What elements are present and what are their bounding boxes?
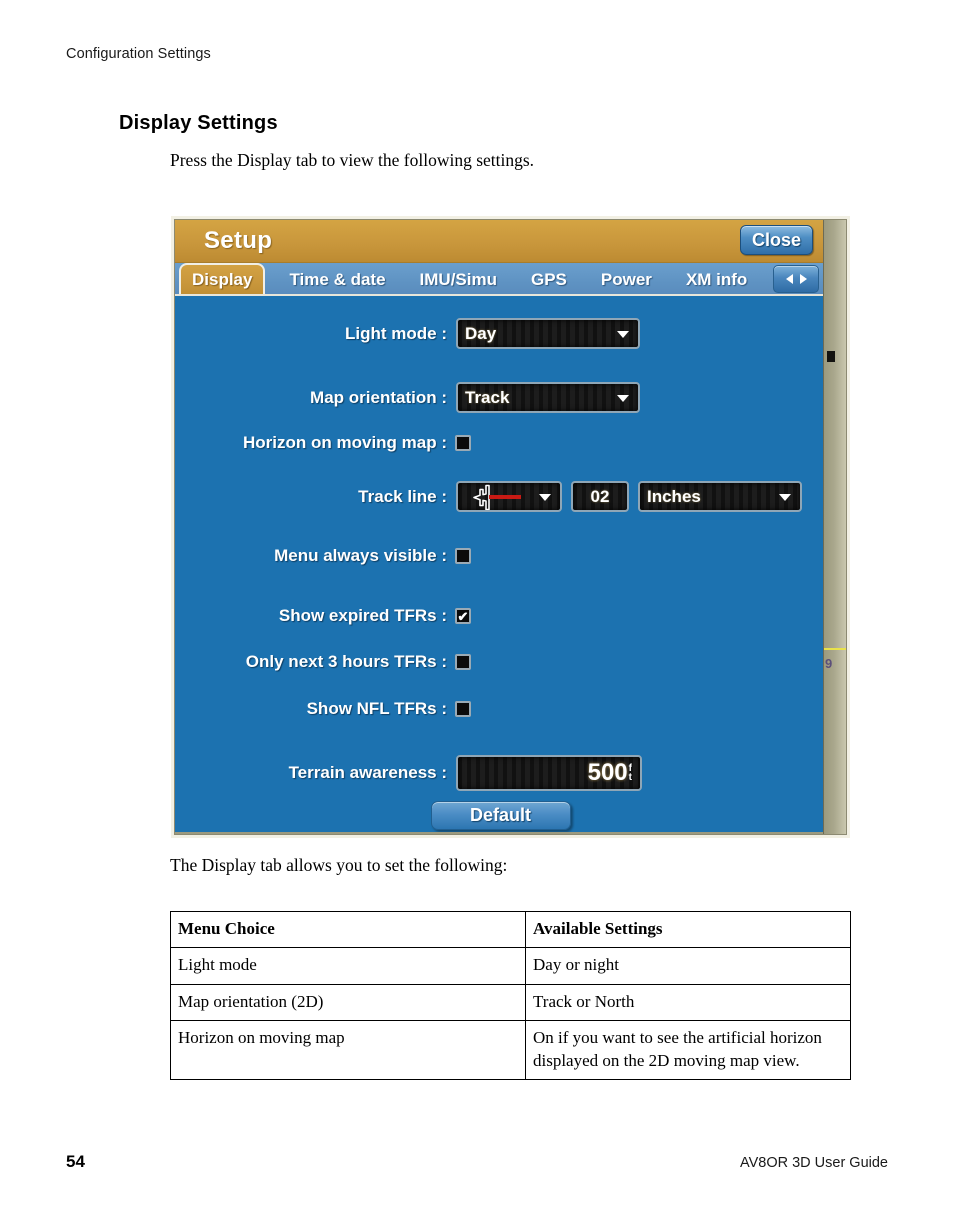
page-title: Display Settings: [119, 112, 278, 134]
close-button-label: Close: [751, 229, 801, 250]
terrain-awareness-unit: f t: [628, 764, 632, 783]
bezel-highlight-line: [824, 648, 846, 650]
setup-title-bar: Setup Close: [175, 220, 824, 263]
track-line-width-field[interactable]: 02: [571, 481, 629, 512]
track-line-units-value: Inches: [647, 486, 701, 506]
terrain-unit-bottom: t: [628, 772, 632, 783]
light-mode-value: Day: [465, 323, 497, 343]
chevron-down-icon[interactable]: [617, 330, 629, 338]
chevron-down-icon[interactable]: [779, 493, 791, 501]
light-mode-dropdown[interactable]: Day: [456, 318, 640, 349]
tab-display[interactable]: Display: [179, 263, 266, 294]
chevron-down-icon[interactable]: [539, 493, 551, 501]
row-horizon-on-moving-map: Horizon on moving map :: [175, 433, 824, 453]
row-map-orientation: Map orientation : Track: [175, 382, 824, 413]
track-line-style-dropdown[interactable]: [456, 481, 562, 512]
map-orientation-dropdown[interactable]: Track: [456, 382, 640, 413]
tab-gps[interactable]: GPS: [521, 266, 577, 294]
row-show-nfl-tfrs: Show NFL TFRs :: [175, 699, 824, 719]
only-next-3-hours-tfrs-checkbox[interactable]: [455, 654, 471, 670]
triangle-right-icon[interactable]: [799, 274, 807, 284]
device-screenshot: 9 Setup Close Display Time & date IMU/Si…: [171, 216, 850, 838]
menu-always-visible-label: Menu always visible :: [274, 546, 447, 565]
table-cell-menu-choice: Light mode: [170, 947, 526, 985]
row-light-mode: Light mode : Day: [175, 318, 824, 349]
table-cell-available-settings: On if you want to see the artificial hor…: [525, 1020, 851, 1081]
track-line-color-swatch: [489, 494, 521, 499]
bezel-mark: [827, 351, 835, 362]
show-nfl-tfrs-checkbox[interactable]: [455, 701, 471, 717]
checkmark-icon: ✔: [457, 608, 469, 624]
tab-scroll-buttons[interactable]: [773, 265, 819, 293]
default-button[interactable]: Default: [430, 801, 571, 830]
setup-title: Setup: [204, 227, 273, 254]
map-orientation-label: Map orientation :: [310, 387, 447, 407]
tab-imu-simu[interactable]: IMU/Simu: [410, 266, 507, 294]
table-header-row: Menu Choice Available Settings: [170, 910, 851, 949]
tab-power-label: Power: [600, 270, 652, 289]
table-cell-available-settings: Track or North: [525, 983, 851, 1022]
only-next-3-hours-tfrs-label: Only next 3 hours TFRs :: [245, 652, 447, 671]
horizon-on-moving-map-checkbox[interactable]: [455, 435, 471, 451]
settings-table: Menu Choice Available Settings Light mod…: [170, 910, 851, 1081]
table-row: Light mode Day or night: [170, 947, 851, 985]
show-nfl-tfrs-label: Show NFL TFRs :: [306, 699, 447, 718]
tab-time-and-date[interactable]: Time & date: [279, 266, 395, 294]
track-line-units-dropdown[interactable]: Inches: [638, 481, 802, 512]
tab-xm-info-label: XM info: [685, 270, 748, 289]
terrain-awareness-field[interactable]: 500 f t: [456, 755, 642, 791]
row-only-next-3-hours-tfrs: Only next 3 hours TFRs :: [175, 652, 824, 672]
track-line-label: Track line :: [358, 486, 447, 506]
row-track-line: Track line : 02 Inches: [175, 481, 824, 512]
table-row: Horizon on moving map On if you want to …: [170, 1020, 851, 1081]
table-cell-menu-choice: Map orientation (2D): [170, 983, 526, 1022]
device-bezel-strip: 9: [823, 220, 846, 834]
table-cell-menu-choice: Horizon on moving map: [170, 1020, 526, 1081]
footer-title: AV8OR 3D User Guide: [739, 1155, 888, 1171]
device-screen: Setup Close Display Time & date IMU/Simu…: [175, 220, 824, 834]
running-head: Configuration Settings: [66, 46, 211, 62]
page-number: 54: [66, 1152, 85, 1171]
table-header-available-settings: Available Settings: [525, 910, 851, 949]
row-terrain-awareness: Terrain awareness : 500 f t: [175, 755, 824, 791]
chevron-down-icon[interactable]: [617, 394, 629, 402]
device-screen-frame: 9 Setup Close Display Time & date IMU/Si…: [174, 219, 847, 835]
tab-display-label: Display: [192, 269, 253, 289]
tab-time-and-date-label: Time & date: [289, 270, 386, 289]
tab-gps-label: GPS: [531, 270, 567, 289]
terrain-awareness-value: 500: [587, 759, 628, 786]
map-orientation-value: Track: [465, 387, 510, 407]
setup-tab-bar: Display Time & date IMU/Simu GPS Power X…: [175, 263, 824, 296]
table-header-menu-choice: Menu Choice: [170, 910, 526, 949]
default-button-label: Default: [469, 805, 531, 825]
terrain-awareness-label: Terrain awareness :: [288, 763, 447, 782]
aircraft-track-line-icon: [462, 483, 524, 510]
display-settings-form: Light mode : Day Map orientation : Track: [175, 296, 824, 834]
table-row: Map orientation (2D) Track or North: [170, 983, 851, 1022]
tab-xm-info[interactable]: XM info: [676, 266, 757, 294]
intro-paragraph: Press the Display tab to view the follow…: [170, 150, 535, 170]
bezel-glyph: 9: [825, 656, 833, 671]
row-menu-always-visible: Menu always visible :: [175, 546, 824, 566]
tab-imu-simu-label: IMU/Simu: [419, 270, 497, 289]
screen-bottom-rail: [175, 832, 824, 834]
triangle-left-icon[interactable]: [785, 274, 793, 284]
post-paragraph: The Display tab allows you to set the fo…: [170, 855, 508, 875]
horizon-on-moving-map-label: Horizon on moving map :: [243, 433, 447, 452]
row-show-expired-tfrs: Show expired TFRs : ✔: [175, 606, 824, 626]
table-cell-available-settings: Day or night: [525, 947, 851, 985]
show-expired-tfrs-label: Show expired TFRs :: [278, 606, 447, 625]
close-button[interactable]: Close: [739, 225, 813, 255]
track-line-width-value: 02: [590, 486, 610, 506]
menu-always-visible-checkbox[interactable]: [455, 548, 471, 564]
show-expired-tfrs-checkbox[interactable]: ✔: [455, 608, 471, 624]
tab-power[interactable]: Power: [591, 266, 662, 294]
light-mode-label: Light mode :: [345, 323, 447, 343]
